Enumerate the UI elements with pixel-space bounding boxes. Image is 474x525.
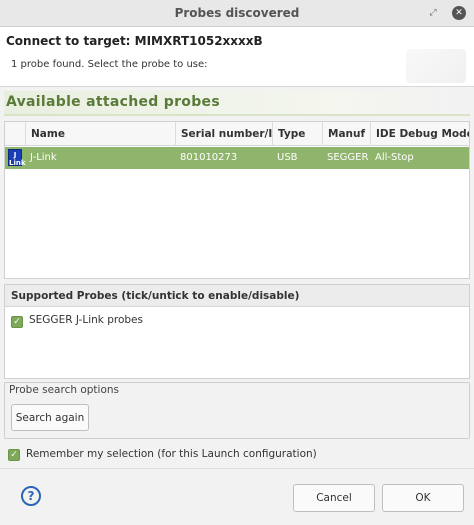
supported-probes-heading: Supported Probes (tick/untick to enable/… — [5, 285, 469, 307]
segger-jlink-label[interactable]: SEGGER J-Link probes — [29, 314, 143, 326]
dialog-message: 1 probe found. Select the probe to use: — [11, 59, 208, 70]
cell-manufacturer: SEGGER — [327, 152, 369, 163]
cell-debug-mode: All-Stop — [375, 152, 414, 163]
table-header: Name Serial number/I Type Manuf IDE Debu… — [5, 122, 469, 146]
probe-search-options-group: Probe search options Search again — [4, 382, 470, 439]
title-bar[interactable]: Probes discovered ⤢ ✕ — [0, 0, 474, 27]
dialog-header: Connect to target: MIMXRT1052xxxxB 1 pro… — [0, 27, 474, 87]
section-heading: Available attached probes — [4, 91, 470, 116]
cell-name: J-Link — [30, 152, 57, 163]
close-icon[interactable]: ✕ — [452, 6, 466, 20]
probe-search-legend: Probe search options — [9, 384, 120, 396]
column-header-debug-mode[interactable]: IDE Debug Mode — [370, 122, 469, 146]
search-again-button[interactable]: Search again — [11, 404, 89, 431]
column-header-name[interactable]: Name — [25, 122, 175, 146]
restore-icon[interactable]: ⤢ — [426, 6, 440, 20]
dialog-window: Probes discovered ⤢ ✕ Connect to target:… — [0, 0, 474, 525]
column-header-type[interactable]: Type — [272, 122, 322, 146]
window-title: Probes discovered — [174, 6, 300, 20]
jlink-icon: J Link — [8, 149, 26, 167]
column-header-serial[interactable]: Serial number/I — [175, 122, 272, 146]
help-icon[interactable]: ? — [21, 486, 41, 506]
header-banner-image — [406, 49, 466, 83]
footer-divider — [0, 468, 474, 469]
cell-serial: 801010273 — [180, 152, 238, 163]
remember-selection-label[interactable]: Remember my selection (for this Launch c… — [26, 448, 317, 460]
column-header-manufacturer[interactable]: Manuf — [322, 122, 370, 146]
table-row[interactable]: J Link J-Link 801010273 USB SEGGER All-St… — [5, 147, 469, 169]
ok-button[interactable]: OK — [382, 484, 464, 512]
segger-jlink-checkbox[interactable]: ✓ — [11, 316, 23, 328]
cell-type: USB — [277, 152, 298, 163]
remember-selection-checkbox[interactable]: ✓ — [8, 449, 20, 461]
probes-table: Name Serial number/I Type Manuf IDE Debu… — [4, 121, 470, 279]
section-title: Available attached probes — [6, 94, 220, 110]
supported-probes-panel: Supported Probes (tick/untick to enable/… — [4, 284, 470, 379]
cancel-button[interactable]: Cancel — [293, 484, 375, 512]
dialog-title: Connect to target: MIMXRT1052xxxxB — [6, 34, 263, 48]
